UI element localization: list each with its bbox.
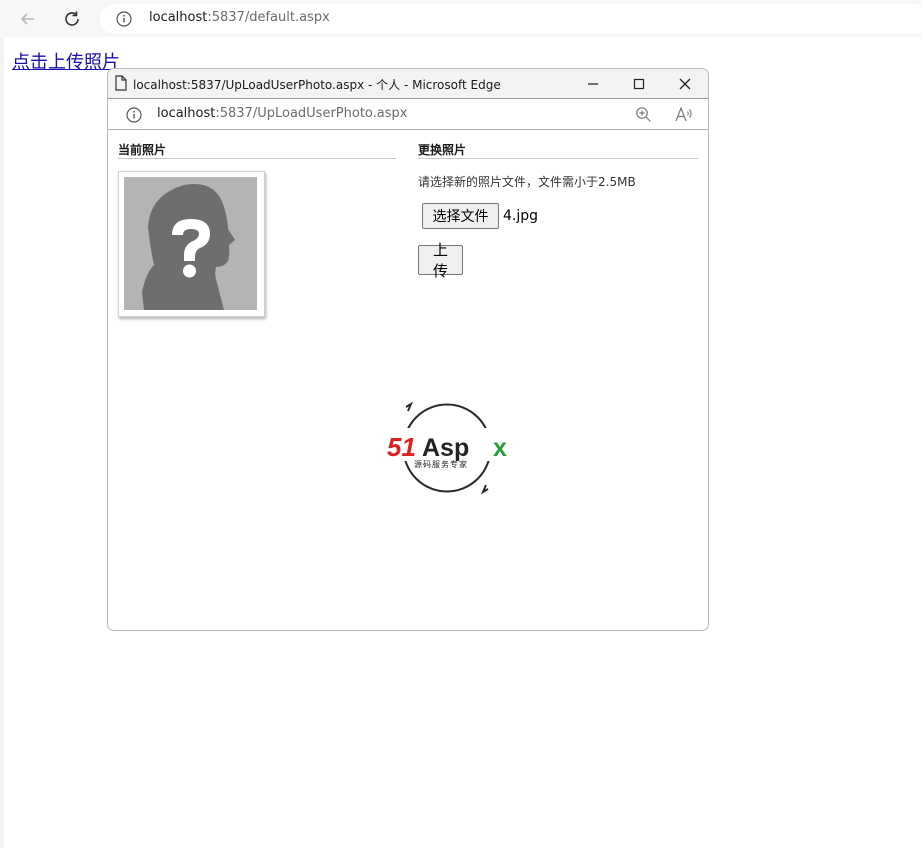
minimize-button[interactable] <box>570 69 616 99</box>
read-aloud-icon[interactable] <box>675 106 693 123</box>
address-bar[interactable]: localhost:5837/default.aspx <box>100 4 921 34</box>
close-button[interactable] <box>662 69 708 99</box>
current-photo-heading: 当前照片 <box>118 141 396 159</box>
popup-window: localhost:5837/UpLoadUserPhoto.aspx - 个人… <box>107 68 709 631</box>
refresh-icon <box>65 11 79 26</box>
document-icon <box>115 75 127 91</box>
file-size-hint: 请选择新的照片文件，文件需小于2.5MB <box>418 175 636 189</box>
back-button[interactable] <box>13 4 43 34</box>
popup-title: localhost:5837/UpLoadUserPhoto.aspx - 个人… <box>133 78 501 92</box>
logo-x-text: x <box>493 434 507 462</box>
choose-file-button[interactable]: 选择文件 <box>422 203 499 229</box>
logo-51-text: 51 <box>387 432 416 462</box>
url-host: localhost <box>149 10 208 25</box>
upload-photo-link[interactable]: 点击上传照片 <box>12 48 120 74</box>
browser-toolbar: localhost:5837/default.aspx <box>0 0 921 37</box>
url-path: :5837/UpLoadUserPhoto.aspx <box>215 106 408 121</box>
change-photo-heading: 更换照片 <box>418 141 698 159</box>
51aspx-logo: 51 Asp x 源码服务专家 <box>386 401 512 495</box>
upload-button[interactable]: 上 传 <box>418 242 463 280</box>
back-arrow-icon <box>20 13 34 25</box>
popup-address-bar[interactable]: localhost:5837/UpLoadUserPhoto.aspx <box>108 100 708 130</box>
current-photo-frame <box>118 171 265 317</box>
address-url: localhost:5837/default.aspx <box>149 10 330 25</box>
url-host: localhost <box>157 106 216 121</box>
minimize-icon <box>588 83 598 85</box>
info-icon[interactable] <box>126 107 142 123</box>
zoom-icon[interactable] <box>635 106 652 123</box>
logo-asp-text: Asp <box>422 434 469 462</box>
logo-sub-text: 源码服务专家 <box>414 459 468 469</box>
refresh-button[interactable] <box>57 4 87 34</box>
url-path: :5837/default.aspx <box>207 10 330 25</box>
maximize-icon <box>633 78 645 90</box>
info-icon[interactable] <box>116 11 132 27</box>
popup-title-bar: localhost:5837/UpLoadUserPhoto.aspx - 个人… <box>108 69 708 99</box>
window-edge <box>0 37 4 848</box>
maximize-button[interactable] <box>616 69 662 99</box>
placeholder-avatar-icon <box>124 177 257 310</box>
selected-file-name: 4.jpg <box>503 208 539 224</box>
popup-address-url: localhost:5837/UpLoadUserPhoto.aspx <box>157 106 407 121</box>
close-icon <box>679 78 691 90</box>
